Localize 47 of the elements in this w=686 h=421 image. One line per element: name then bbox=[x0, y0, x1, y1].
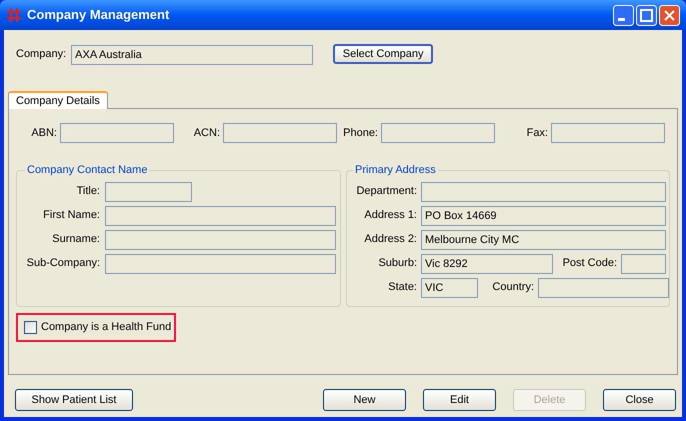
field-label: Department: bbox=[355, 184, 417, 200]
text-field[interactable]: Melbourne City MC bbox=[421, 230, 666, 250]
field-label: Phone: bbox=[343, 126, 378, 141]
text-field[interactable] bbox=[105, 230, 336, 250]
field-label: Fax: bbox=[526, 126, 548, 141]
minimize-icon[interactable] bbox=[613, 4, 634, 26]
text-field[interactable]: VIC bbox=[421, 278, 478, 298]
text-field[interactable]: PO Box 14669 bbox=[421, 206, 666, 226]
select-company-button[interactable]: Select Company bbox=[333, 44, 434, 64]
maximize-icon[interactable] bbox=[636, 4, 657, 26]
field-label: First Name: bbox=[42, 208, 100, 224]
checkbox[interactable] bbox=[24, 321, 37, 334]
field-label: ABN: bbox=[31, 126, 57, 141]
text-field[interactable] bbox=[223, 123, 337, 143]
field-label: Company: bbox=[16, 46, 66, 62]
text-field[interactable] bbox=[60, 123, 174, 143]
text-field[interactable] bbox=[621, 254, 666, 274]
button[interactable]: Show Patient List bbox=[15, 389, 133, 411]
text-field[interactable] bbox=[538, 278, 669, 298]
field-label: Title: bbox=[76, 184, 100, 200]
text-field[interactable]: AXA Australia bbox=[71, 45, 314, 65]
group-title: Company Contact Name bbox=[26, 163, 148, 178]
text-field[interactable] bbox=[551, 123, 665, 143]
field-label: Address 1: bbox=[363, 208, 417, 224]
field-label: Sub-Company: bbox=[26, 256, 100, 272]
app-icon bbox=[6, 7, 22, 23]
text-field[interactable] bbox=[105, 182, 192, 202]
field-label: ACN: bbox=[194, 126, 220, 141]
button[interactable]: New bbox=[323, 389, 406, 411]
text-field[interactable] bbox=[105, 206, 336, 226]
close-icon[interactable] bbox=[659, 4, 680, 26]
text-field[interactable] bbox=[421, 182, 666, 202]
field-label: State: bbox=[387, 280, 417, 296]
button[interactable]: Edit bbox=[423, 389, 496, 411]
field-label: Suburb: bbox=[377, 256, 417, 272]
field-label: Country: bbox=[491, 280, 534, 296]
text-field[interactable] bbox=[105, 254, 336, 274]
text-field[interactable] bbox=[381, 123, 495, 143]
group-title: Primary Address bbox=[354, 163, 437, 178]
text-field[interactable]: Vic 8292 bbox=[421, 254, 553, 274]
button[interactable]: Close bbox=[603, 389, 676, 411]
tab[interactable]: Company Details bbox=[8, 91, 108, 109]
field-label: Address 2: bbox=[363, 232, 417, 248]
checkbox-label: Company is a Health Fund bbox=[41, 320, 172, 336]
field-label: Post Code: bbox=[562, 256, 617, 272]
window-title: Company Management bbox=[27, 6, 170, 24]
field-label: Surname: bbox=[51, 232, 100, 248]
